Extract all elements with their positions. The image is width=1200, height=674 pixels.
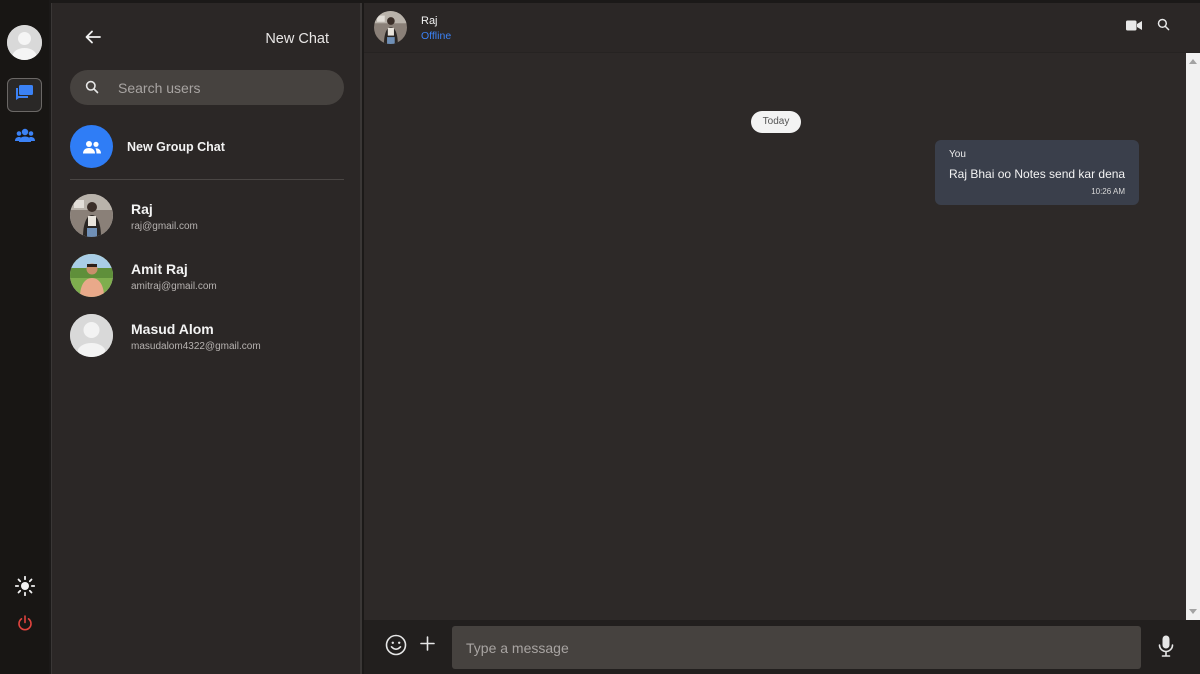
profile-avatar[interactable] bbox=[7, 25, 42, 60]
avatar bbox=[70, 314, 113, 357]
avatar bbox=[70, 254, 113, 297]
chat-contact-status: Offline bbox=[421, 30, 452, 42]
contact-name: Masud Alom bbox=[131, 321, 214, 337]
message-composer bbox=[364, 620, 1200, 674]
group-icon bbox=[70, 125, 113, 168]
microphone-icon bbox=[1158, 635, 1174, 662]
contact-name: Amit Raj bbox=[131, 261, 188, 277]
message-text: Raj Bhai oo Notes send kar dena bbox=[949, 167, 1126, 181]
nav-rail bbox=[0, 0, 49, 674]
new-chat-panel: New Chat New Group Chat bbox=[51, 3, 362, 674]
contact-email: masudalom4322@gmail.com bbox=[131, 341, 261, 352]
contact-email: raj@gmail.com bbox=[131, 221, 198, 232]
groups-nav-button[interactable] bbox=[13, 127, 37, 147]
video-camera-icon bbox=[1126, 18, 1142, 36]
voice-message-button[interactable] bbox=[1156, 635, 1176, 662]
new-group-chat-button[interactable]: New Group Chat bbox=[70, 125, 344, 170]
emoji-button[interactable] bbox=[385, 634, 407, 661]
plus-icon bbox=[419, 636, 435, 656]
message-input[interactable] bbox=[452, 626, 1141, 669]
groups-icon bbox=[15, 128, 35, 147]
date-separator: Today bbox=[751, 111, 801, 133]
avatar[interactable] bbox=[374, 11, 407, 44]
chat-header: Raj Offline bbox=[364, 3, 1200, 53]
divider bbox=[70, 179, 344, 180]
theme-toggle-button[interactable] bbox=[13, 575, 37, 601]
search-input[interactable] bbox=[118, 70, 328, 105]
search-bar bbox=[70, 70, 344, 105]
contact-item-masud-alom[interactable]: Masud Alom masudalom4322@gmail.com bbox=[70, 314, 344, 360]
smiley-icon bbox=[385, 634, 407, 661]
contact-name: Raj bbox=[131, 201, 153, 217]
contact-email: amitraj@gmail.com bbox=[131, 281, 217, 292]
message-time: 10:26 AM bbox=[1091, 187, 1125, 196]
search-icon bbox=[85, 80, 99, 94]
message-list[interactable]: Today You Raj Bhai oo Notes send kar den… bbox=[364, 53, 1186, 620]
video-call-button[interactable] bbox=[1126, 20, 1142, 34]
contact-item-raj[interactable]: Raj raj@gmail.com bbox=[70, 194, 344, 240]
chat-window: Raj Offline Today You Raj Bhai oo Notes … bbox=[364, 3, 1200, 674]
search-icon bbox=[1157, 18, 1170, 36]
message-bubble-outgoing[interactable]: You Raj Bhai oo Notes send kar dena 10:2… bbox=[935, 140, 1139, 205]
scroll-down-icon[interactable] bbox=[1189, 609, 1197, 614]
chat-contact-name: Raj bbox=[421, 15, 438, 27]
back-button[interactable] bbox=[83, 29, 103, 49]
panel-title: New Chat bbox=[265, 31, 329, 47]
avatar bbox=[70, 194, 113, 237]
message-sender: You bbox=[949, 149, 966, 160]
chat-icon bbox=[16, 85, 33, 105]
new-group-label: New Group Chat bbox=[127, 140, 225, 154]
logout-button[interactable] bbox=[14, 614, 36, 636]
sun-icon bbox=[14, 575, 36, 601]
contact-item-amit-raj[interactable]: Amit Raj amitraj@gmail.com bbox=[70, 254, 344, 300]
power-icon bbox=[17, 614, 33, 636]
scroll-up-icon[interactable] bbox=[1189, 59, 1197, 64]
panel-header: New Chat bbox=[52, 3, 360, 73]
attach-button[interactable] bbox=[419, 636, 435, 656]
chats-nav-button[interactable] bbox=[7, 78, 42, 112]
arrow-left-icon bbox=[85, 30, 101, 49]
chat-search-button[interactable] bbox=[1156, 18, 1170, 36]
message-scrollbar[interactable] bbox=[1186, 53, 1200, 620]
chat-app: New Chat New Group Chat bbox=[0, 0, 1200, 674]
